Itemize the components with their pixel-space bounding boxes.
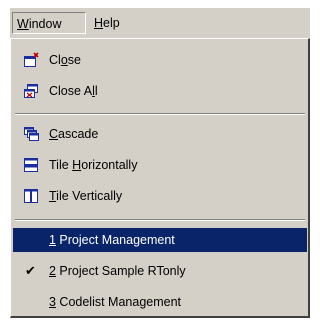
help-menu-mnemonic: H: [94, 16, 104, 30]
menu-separator: [15, 113, 305, 115]
menu-item-tile-vertically[interactable]: Tile Vertically: [13, 184, 307, 208]
close-window-icon: [23, 52, 39, 68]
window-list-item-project-sample[interactable]: ✔ 2 Project Sample RTonly: [13, 259, 307, 283]
help-menu-label-post: elp: [103, 16, 120, 30]
close-label-pre: Cl: [49, 53, 61, 67]
menu-bar: Window Help: [10, 8, 310, 38]
tile-horizontal-icon: [23, 157, 39, 173]
window-list-item-codelist-management[interactable]: 3 Codelist Management: [13, 290, 307, 314]
window-menu[interactable]: Window: [12, 12, 86, 34]
close-mnemonic: o: [60, 53, 68, 67]
tile-v-label-post: ile Vertically: [56, 189, 123, 203]
window-menu-label-post: indow: [28, 17, 62, 31]
close-all-icon: [23, 83, 39, 99]
tile-h-label-pre: Tile: [49, 158, 73, 172]
window-menu-mnemonic: W: [17, 17, 29, 31]
cascade-label-post: ascade: [58, 127, 99, 141]
window-number: 2: [49, 264, 56, 278]
tile-vertical-icon: [23, 188, 39, 204]
menu-item-close[interactable]: Close: [13, 48, 307, 72]
window-dropdown-menu: Close Close All Cascade Tile Horizontall…: [10, 38, 310, 318]
close-all-label-pre: Close A: [49, 84, 93, 98]
menu-item-close-all[interactable]: Close All: [13, 79, 307, 103]
help-menu[interactable]: Help: [90, 12, 136, 34]
window-title: Project Sample RTonly: [55, 264, 186, 278]
cascade-mnemonic: C: [49, 127, 59, 141]
window-number: 1: [49, 233, 56, 247]
tile-h-label-post: orizontally: [81, 158, 138, 172]
close-label-post: se: [67, 53, 81, 67]
window-number: 3: [49, 295, 56, 309]
tile-h-mnemonic: H: [72, 158, 82, 172]
menu-item-tile-horizontally[interactable]: Tile Horizontally: [13, 153, 307, 177]
menu-item-cascade[interactable]: Cascade: [13, 122, 307, 146]
window-title: Codelist Management: [55, 295, 182, 309]
window-title: Project Management: [55, 233, 175, 247]
menu-separator: [15, 219, 305, 221]
cascade-icon: [23, 126, 39, 142]
window-list-item-project-management[interactable]: 1 Project Management: [13, 228, 307, 252]
checkmark-icon: ✔: [25, 263, 36, 278]
close-all-label-post: l: [94, 84, 98, 98]
